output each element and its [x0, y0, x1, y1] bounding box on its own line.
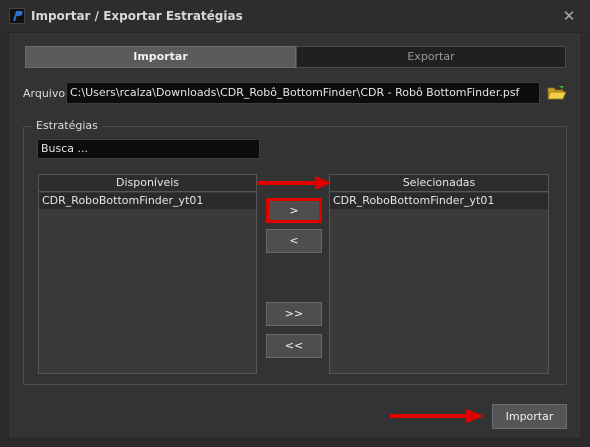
move-left-button[interactable]: <	[266, 229, 322, 253]
arquivo-path-field[interactable]: C:\Users\rcalza\Downloads\CDR_Robô_Botto…	[66, 82, 540, 104]
move-right-button[interactable]: >	[266, 198, 322, 223]
folder-open-icon[interactable]	[547, 84, 567, 102]
move-all-right-button[interactable]: >>	[266, 302, 322, 326]
import-button[interactable]: Importar	[492, 404, 567, 429]
selecionadas-list[interactable]: Selecionadas CDR_RoboBottomFinder_yt01	[329, 174, 549, 374]
search-input[interactable]: Busca ...	[37, 139, 260, 159]
list-item[interactable]: CDR_RoboBottomFinder_yt01	[330, 193, 548, 209]
arquivo-label: Arquivo	[23, 87, 66, 100]
estrategias-group-label: Estratégias	[32, 119, 102, 132]
disponiveis-header: Disponíveis	[39, 175, 256, 192]
app-logo-icon	[9, 8, 25, 24]
close-icon[interactable]: ✕	[560, 7, 578, 25]
selecionadas-header: Selecionadas	[330, 175, 548, 192]
tab-importar[interactable]: Importar	[25, 46, 296, 68]
annotation-arrow-icon	[257, 176, 331, 190]
move-all-left-button[interactable]: <<	[266, 334, 322, 358]
window-title: Importar / Exportar Estratégias	[31, 9, 243, 23]
disponiveis-list[interactable]: Disponíveis CDR_RoboBottomFinder_yt01	[38, 174, 257, 374]
tab-exportar[interactable]: Exportar	[296, 46, 566, 68]
list-item[interactable]: CDR_RoboBottomFinder_yt01	[39, 193, 256, 209]
annotation-arrow-icon	[390, 409, 484, 423]
